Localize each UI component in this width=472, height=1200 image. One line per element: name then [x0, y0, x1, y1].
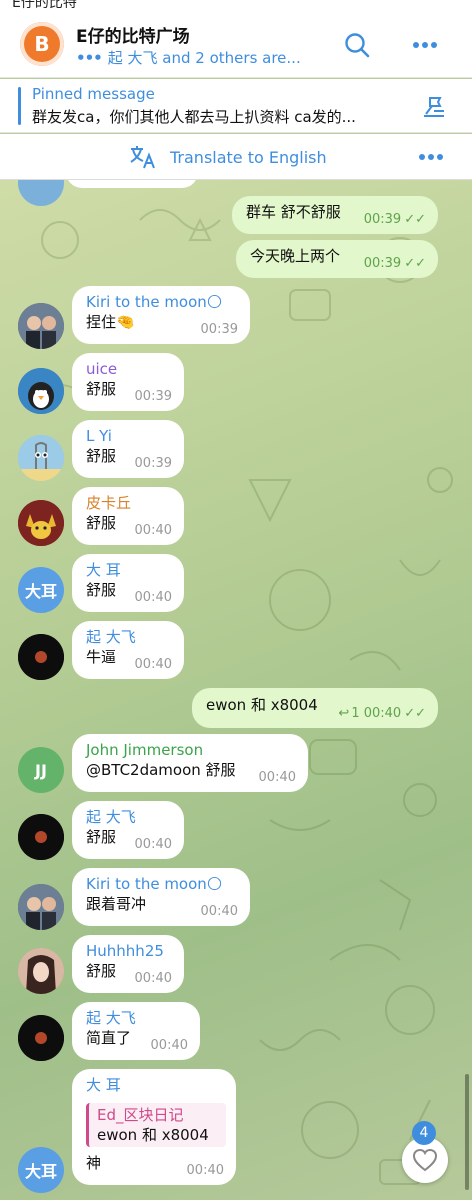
avatar-initials: JJ [35, 760, 47, 780]
sender-name[interactable]: John Jimmerson [86, 740, 294, 760]
message-time: 00:39 [134, 456, 172, 471]
incoming-message[interactable]: Huhhhh25 舒服 00:40 [72, 935, 184, 993]
translate-icon [128, 144, 158, 170]
outgoing-message[interactable]: 群车 舒不舒服 00:39 ✓✓ [232, 196, 438, 234]
message-time: 00:40 [150, 1038, 188, 1053]
search-icon[interactable] [340, 28, 374, 62]
incoming-message[interactable]: John Jimmerson @BTC2damoon 舒服 00:40 [72, 734, 308, 792]
incoming-message[interactable]: 大 耳 舒服 00:40 [72, 554, 184, 612]
incoming-message[interactable]: 起 大飞 舒服 00:40 [72, 801, 184, 859]
message-time: 00:40 [363, 706, 402, 721]
user-avatar[interactable]: 大耳 [18, 567, 64, 613]
user-avatar[interactable]: JJ [18, 747, 64, 793]
user-avatar[interactable] [18, 634, 64, 680]
avatar-initials: 大耳 [24, 582, 57, 601]
user-avatar[interactable] [18, 368, 64, 414]
typing-status: 起 大飞 and 2 others are... [107, 49, 301, 67]
pinned-text: 群友发ca，你们其他人都去马上扒资料 ca发的... [32, 108, 356, 126]
group-avatar[interactable]: B [20, 22, 64, 66]
pinned-title: Pinned message [32, 85, 155, 103]
reactions-badge: 4 [412, 1121, 436, 1145]
user-avatar[interactable] [18, 303, 64, 349]
outgoing-message[interactable]: ewon 和 x8004 ↩ 1 00:40 ✓✓ [192, 688, 438, 728]
translate-more-icon[interactable] [414, 140, 448, 174]
status-bar: E仔的比特 [0, 0, 472, 14]
incoming-message[interactable]: 起 大飞 简直了 00:40 [72, 1002, 200, 1060]
heart-icon [412, 1148, 438, 1172]
message-time: 00:40 [200, 904, 238, 919]
message-time: 00:40 [134, 971, 172, 986]
message-time: 00:40 [134, 590, 172, 605]
more-icon[interactable] [408, 28, 442, 62]
message-time: 00:40 [134, 837, 172, 852]
message-time: 00:40 [186, 1163, 224, 1178]
incoming-message[interactable]: 皮卡丘 舒服 00:40 [72, 487, 184, 545]
sender-name[interactable]: Kiri to the moon🌕 [86, 292, 236, 312]
incoming-message[interactable]: Kiri to the moon🌕 跟着哥冲 00:40 [72, 868, 250, 926]
message-time: 00:39 [134, 389, 172, 404]
scrollbar[interactable] [465, 1074, 469, 1190]
sender-name[interactable]: 起 大飞 [86, 627, 170, 647]
read-check-icon: ✓✓ [404, 256, 426, 271]
pinned-message-bar[interactable]: Pinned message 群友发ca，你们其他人都去马上扒资料 ca发的..… [0, 79, 472, 133]
sender-name[interactable]: 皮卡丘 [86, 493, 170, 513]
incoming-message[interactable]: uice 舒服 00:39 [72, 353, 184, 411]
sender-name[interactable]: uice [86, 359, 170, 379]
sender-name[interactable]: 起 大飞 [86, 1008, 186, 1028]
chat-header: B E仔的比特广场 ••• 起 大飞 and 2 others are... [0, 14, 472, 78]
user-avatar[interactable] [18, 1015, 64, 1061]
outgoing-message[interactable]: 今天晚上两个 00:39 ✓✓ [236, 240, 438, 278]
incoming-message[interactable]: 大 耳 Ed_区块日记 ewon 和 x8004 神 00:40 [72, 1069, 236, 1185]
sender-name[interactable]: 大 耳 [86, 1075, 222, 1095]
reply-quote[interactable]: Ed_区块日记 ewon 和 x8004 [86, 1103, 226, 1147]
reply-arrow-icon[interactable]: ↩ [338, 706, 349, 721]
translate-label: Translate to English [170, 148, 327, 167]
user-avatar[interactable] [18, 814, 64, 860]
reply-count[interactable]: 1 [351, 706, 359, 721]
pinned-list-icon[interactable] [420, 92, 448, 120]
sender-name[interactable]: 起 大飞 [86, 807, 170, 827]
incoming-message[interactable]: L Yi 舒服 00:39 [72, 420, 184, 478]
sender-name[interactable]: Kiri to the moon🌕 [86, 874, 236, 894]
group-subtitle: ••• 起 大飞 and 2 others are... [76, 47, 301, 68]
user-avatar[interactable] [18, 948, 64, 994]
previous-message-bubble[interactable] [66, 180, 198, 188]
message-time: 00:40 [258, 770, 296, 785]
translate-bar[interactable]: Translate to English [0, 134, 472, 180]
reply-sender: Ed_区块日记 [97, 1106, 184, 1124]
message-time: 00:39 [363, 212, 402, 227]
message-time: 00:39 [363, 256, 402, 271]
group-logo: B [34, 32, 50, 56]
chat-area[interactable]: 群车 舒不舒服 00:39 ✓✓ 今天晚上两个 00:39 ✓✓ Kiri to t… [0, 180, 472, 1200]
incoming-message[interactable]: Kiri to the moon🌕 捏住🤏 00:39 [72, 286, 250, 344]
typing-indicator: ••• [76, 49, 103, 67]
sender-name[interactable]: 大 耳 [86, 560, 170, 580]
pinned-indicator [18, 87, 21, 125]
user-avatar[interactable] [18, 884, 64, 930]
read-check-icon: ✓✓ [404, 212, 426, 227]
group-title[interactable]: E仔的比特广场 [76, 22, 190, 47]
message-time: 00:40 [134, 523, 172, 538]
message-time: 00:39 [200, 322, 238, 337]
avatar-initials: 大耳 [24, 1162, 57, 1181]
user-avatar[interactable] [18, 435, 64, 481]
user-avatar[interactable]: 大耳 [18, 1147, 64, 1193]
sender-name[interactable]: Huhhhh25 [86, 941, 170, 961]
incoming-message[interactable]: 起 大飞 牛逼 00:40 [72, 621, 184, 679]
read-check-icon: ✓✓ [404, 706, 426, 721]
reply-text: ewon 和 x8004 [97, 1126, 209, 1144]
message-time: 00:40 [134, 657, 172, 672]
user-avatar[interactable] [18, 500, 64, 546]
sender-name[interactable]: L Yi [86, 426, 170, 446]
